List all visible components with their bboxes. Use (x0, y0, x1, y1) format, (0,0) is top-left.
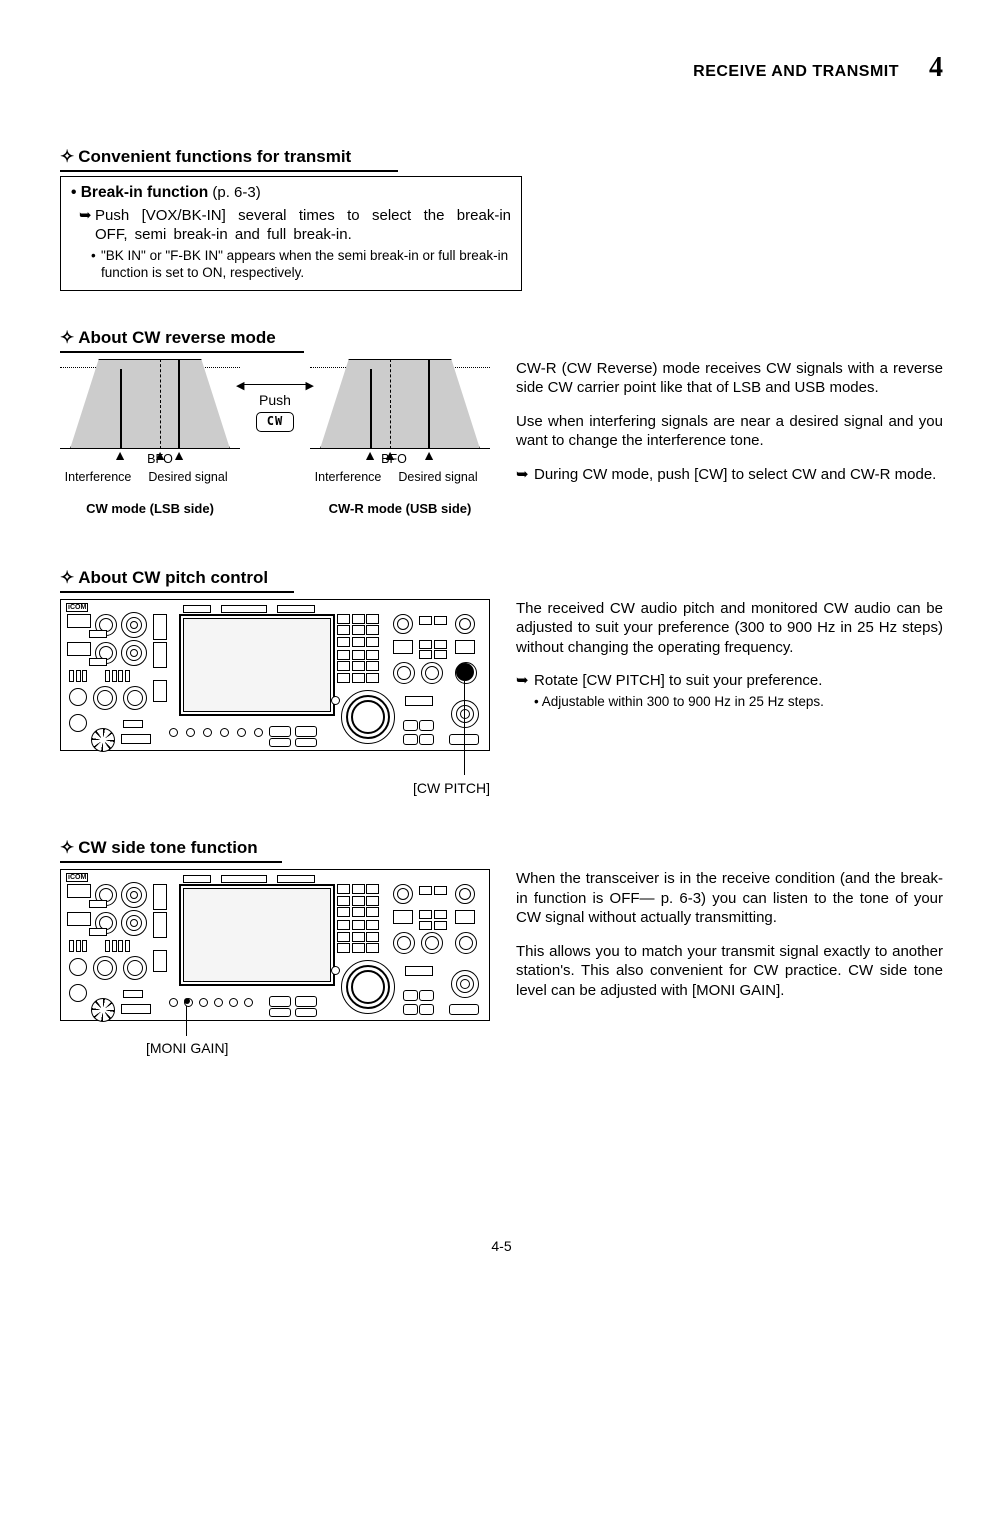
section-heading-text: CW side tone function (78, 838, 257, 857)
diamond-icon: ✧ (60, 838, 74, 857)
radio-panel: iCOM (60, 869, 490, 1021)
cwr-mode-caption: CW-R mode (USB side) (310, 501, 490, 518)
section-heading-text: Convenient functions for transmit (78, 147, 351, 166)
cw-mode-caption: CW mode (LSB side) (60, 501, 240, 518)
cw-pitch-instruction-text: Rotate [CW PITCH] to suit your preferenc… (534, 671, 943, 691)
cw-button[interactable]: CW (256, 412, 294, 432)
cw-pitch-callout: [CW PITCH] (60, 779, 490, 797)
breakin-note-text: "BK IN" or "F-BK IN" appears when the se… (101, 247, 511, 282)
section-cw-reverse: ✧About CW reverse mode (60, 327, 304, 353)
cw-sidetone-text: When the transceiver is in the receive c… (516, 869, 943, 1014)
diamond-icon: ✧ (60, 328, 74, 347)
cw-sidetone-para2: This allows you to match your transmit s… (516, 942, 943, 1001)
cw-sidetone-para1: When the transceiver is in the receive c… (516, 869, 943, 928)
breakin-box: • Break-in function (p. 6-3) ➥ Push [VOX… (60, 176, 522, 290)
interference-label: Interference (315, 469, 382, 485)
cwr-mode-panel: ▲ ▲ ▲ BFO Interference Desired signal CW… (310, 359, 490, 518)
diamond-icon: ✧ (60, 147, 74, 166)
section-cw-pitch: ✧About CW pitch control (60, 567, 294, 593)
desired-label: Desired signal (398, 469, 477, 485)
cw-pitch-para1: The received CW audio pitch and monitore… (516, 599, 943, 658)
breakin-title: • Break-in function (71, 184, 208, 201)
diamond-icon: ✧ (60, 568, 74, 587)
double-arrow-icon: ◀▶ (240, 381, 310, 389)
section-heading-text: About CW reverse mode (78, 328, 275, 347)
chapter-number: 4 (929, 50, 943, 86)
cw-pitch-note: • Adjustable within 300 to 900 Hz in 25 … (516, 693, 943, 711)
breakin-instruction-text: Push [VOX/BK-IN] several times to select… (95, 206, 511, 245)
push-label: Push (240, 391, 310, 409)
cw-reverse-instruction: ➥ During CW mode, push [CW] to select CW… (516, 465, 943, 485)
brand-badge: iCOM (66, 873, 88, 882)
section-convenient-transmit: ✧Convenient functions for transmit (60, 146, 398, 172)
cw-pitch-text: The received CW audio pitch and monitore… (516, 599, 943, 711)
desired-label: Desired signal (148, 469, 227, 485)
arrow-icon: ➥ (516, 671, 534, 691)
cw-sidetone-diagram: iCOM (60, 869, 490, 1057)
cw-reverse-text: CW-R (CW Reverse) mode receives CW signa… (516, 359, 943, 485)
page-header: RECEIVE AND TRANSMIT 4 (60, 50, 943, 86)
cw-pitch-diagram: iCOM (60, 599, 490, 797)
section-cw-sidetone: ✧CW side tone function (60, 837, 282, 863)
page-number: 4-5 (60, 1237, 943, 1255)
brand-badge: iCOM (66, 603, 88, 612)
interference-label: Interference (65, 469, 132, 485)
arrow-icon: ➥ (516, 465, 534, 485)
breakin-ref: (p. 6-3) (212, 184, 260, 201)
cw-mode-panel: ▲ ▲ ▲ BFO Interference Desired signal CW… (60, 359, 240, 518)
cw-pitch-instruction: ➥ Rotate [CW PITCH] to suit your prefere… (516, 671, 943, 691)
breakin-instruction: ➥ Push [VOX/BK-IN] several times to sele… (71, 206, 511, 245)
moni-gain-callout: [MONI GAIN] (60, 1039, 490, 1057)
header-title: RECEIVE AND TRANSMIT (693, 62, 899, 83)
cw-reverse-instruction-text: During CW mode, push [CW] to select CW a… (534, 465, 943, 485)
cw-reverse-diagram: ▲ ▲ ▲ BFO Interference Desired signal CW… (60, 359, 490, 539)
radio-panel: iCOM (60, 599, 490, 751)
push-cw-block: ◀▶ Push CW (240, 381, 310, 432)
breakin-note: • "BK IN" or "F-BK IN" appears when the … (71, 247, 511, 282)
cw-reverse-para1: CW-R (CW Reverse) mode receives CW signa… (516, 359, 943, 398)
arrow-icon: ➥ (79, 206, 95, 226)
cw-reverse-para2: Use when interfering signals are near a … (516, 412, 943, 451)
section-heading-text: About CW pitch control (78, 568, 268, 587)
breakin-title-row: • Break-in function (p. 6-3) (71, 183, 511, 203)
bullet-icon: • (91, 247, 101, 265)
